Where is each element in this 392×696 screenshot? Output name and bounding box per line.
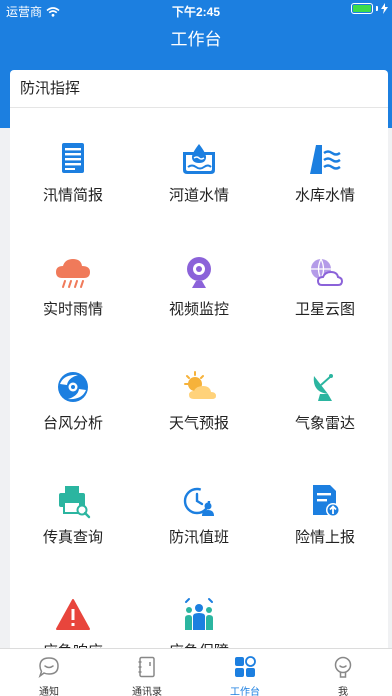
grid-item-reservoir-water[interactable]: 水库水情 [268,108,382,218]
grid-item-label: 水库水情 [294,187,355,204]
flood-command-card: 防汛指挥 汛情简报 河道水情 水库水情 实时雨情 视频监控 卫星云图 台风分析 … [10,70,388,680]
grid-item-label: 卫星云图 [294,301,355,318]
clock: 下午2:45 [171,5,221,19]
grid-item-weather-forecast[interactable]: 天气预报 [142,336,256,446]
tab-label: 工作台 [230,687,260,696]
grid-item-danger-report[interactable]: 险情上报 [268,450,382,560]
battery-icon [351,3,373,14]
charging-icon [381,3,388,14]
grid-item-label: 传真查询 [42,529,103,546]
tab-notifications[interactable]: 通知 [0,649,98,696]
contacts-book-icon [138,656,155,678]
grid-item-label: 防汛值班 [168,529,229,546]
grid-item-typhoon[interactable]: 台风分析 [16,336,130,446]
grid-item-label: 气象雷达 [294,415,355,432]
grid-item-satellite-cloud[interactable]: 卫星云图 [268,222,382,332]
page-title: 工作台 [170,30,222,49]
grid-item-video-monitor[interactable]: 视频监控 [142,222,256,332]
duty-clock-icon [183,487,214,516]
grid-item-label: 河道水情 [168,187,229,204]
team-support-icon [185,598,213,630]
bottom-tab-bar: 通知 通讯录 工作台 我 [0,648,392,696]
typhoon-icon [58,372,88,402]
tab-label: 通知 [39,687,59,696]
warning-triangle-icon [56,599,90,630]
status-bar: 运营商 下午2:45 [0,0,392,20]
radar-dish-icon [313,374,333,401]
tab-label: 通讯录 [132,687,162,696]
satellite-cloud-icon [311,258,344,286]
section-title: 防汛指挥 [10,70,388,108]
grid-item-weather-radar[interactable]: 气象雷达 [268,336,382,446]
report-upload-icon [313,485,340,517]
reservoir-water-icon [310,145,341,174]
rain-cloud-icon [56,259,90,288]
grid-item-label: 台风分析 [42,415,103,432]
tab-workbench[interactable]: 工作台 [196,649,294,696]
grid-item-flood-briefing[interactable]: 汛情简报 [16,108,130,218]
tab-label: 我 [338,687,348,696]
grid-item-label: 视频监控 [168,301,229,318]
grid-item-flood-duty[interactable]: 防汛值班 [142,450,256,560]
person-icon [334,656,352,678]
report-list-icon [62,143,84,173]
sun-cloud-icon [184,371,216,399]
chat-bubble-icon [38,657,59,679]
tab-me[interactable]: 我 [294,649,392,696]
grid-item-river-water[interactable]: 河道水情 [142,108,256,218]
grid-apps-icon [235,656,256,677]
grid-item-label: 汛情简报 [42,187,103,204]
grid-item-label: 实时雨情 [42,301,103,318]
fax-search-icon [59,486,91,519]
grid-item-label: 天气预报 [168,415,229,432]
grid-item-fax-query[interactable]: 传真查询 [16,450,130,560]
webcam-icon [187,257,211,288]
grid-item-label: 险情上报 [294,529,355,546]
grid-item-realtime-rain[interactable]: 实时雨情 [16,222,130,332]
tab-contacts[interactable]: 通讯录 [98,649,196,696]
river-water-icon [183,144,215,174]
